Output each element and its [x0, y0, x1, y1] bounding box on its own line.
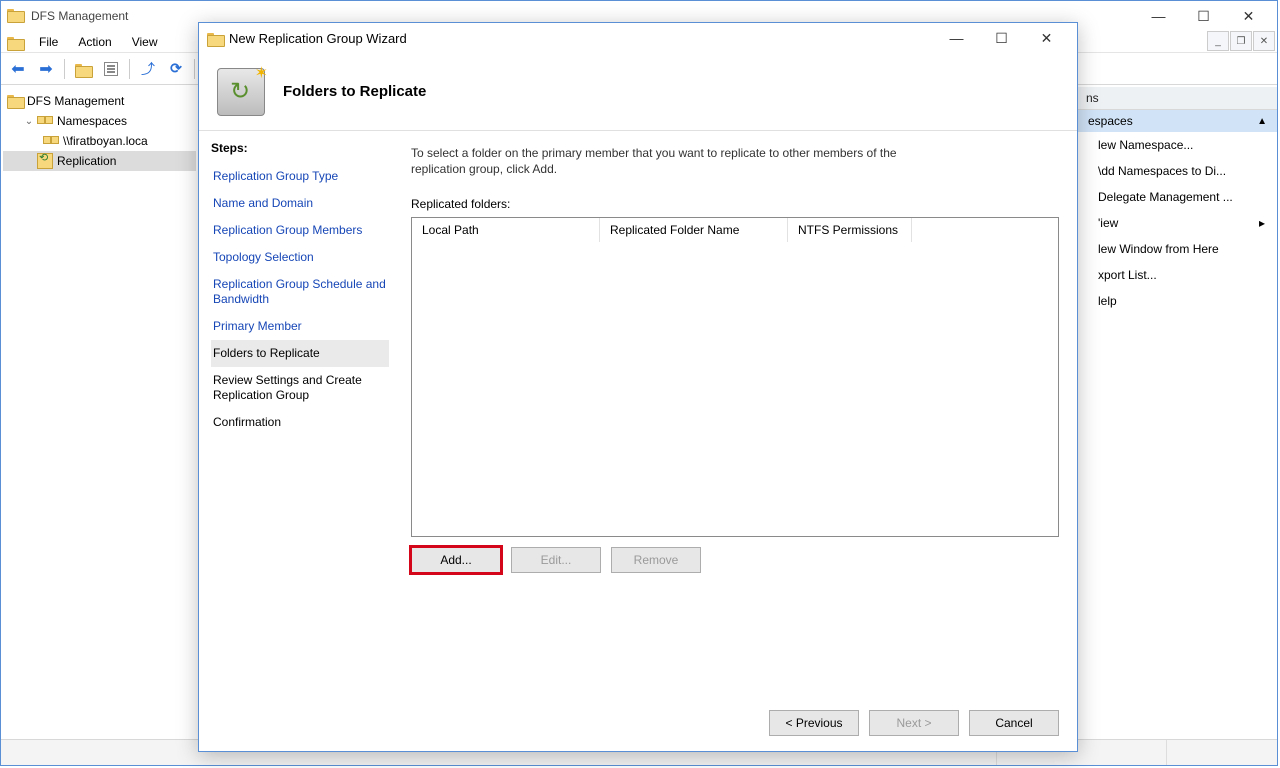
wizard-title: New Replication Group Wizard [229, 31, 407, 46]
wizard-footer: < Previous Next > Cancel [199, 695, 1077, 751]
tree-replication-label: Replication [57, 154, 116, 168]
toolbar-separator [64, 59, 65, 79]
folder-icon [75, 62, 91, 76]
toolbar-open-button[interactable] [70, 56, 96, 82]
wizard-maximize-button[interactable]: ☐ [979, 24, 1024, 52]
actions-group-namespaces[interactable]: espaces ▲ [1078, 110, 1277, 132]
action-add-namespaces[interactable]: \dd Namespaces to Di... [1078, 158, 1277, 184]
column-ntfs-permissions[interactable]: NTFS Permissions [788, 218, 912, 242]
toolbar-export-button[interactable] [135, 56, 161, 82]
menubar-icon [7, 35, 23, 49]
close-button[interactable]: ✕ [1226, 2, 1271, 30]
step-schedule-bandwidth[interactable]: Replication Group Schedule and Bandwidth [211, 271, 389, 313]
action-export-list[interactable]: xport List... [1078, 262, 1277, 288]
chevron-right-icon: ▸ [1259, 216, 1265, 230]
mdi-minimize-button[interactable]: _ [1207, 31, 1229, 51]
minimize-button[interactable]: — [1136, 2, 1181, 30]
wizard-description: To select a folder on the primary member… [411, 145, 911, 177]
step-folders-to-replicate[interactable]: Folders to Replicate [211, 340, 389, 367]
wizard-content: To select a folder on the primary member… [401, 131, 1077, 695]
properties-icon [104, 62, 118, 76]
refresh-icon [170, 60, 182, 77]
wizard-header: Folders to Replicate [199, 53, 1077, 131]
collapse-icon: ▲ [1257, 116, 1267, 127]
app-title: DFS Management [31, 9, 128, 23]
step-topology-selection[interactable]: Topology Selection [211, 244, 389, 271]
actions-pane: ns espaces ▲ lew Namespace... \dd Namesp… [1077, 87, 1277, 737]
step-primary-member[interactable]: Primary Member [211, 313, 389, 340]
wizard-minimize-button[interactable]: — [934, 24, 979, 52]
actions-group-label: espaces [1088, 114, 1133, 128]
action-delegate-management[interactable]: Delegate Management ... [1078, 184, 1277, 210]
remove-button: Remove [611, 547, 701, 573]
step-name-and-domain[interactable]: Name and Domain [211, 190, 389, 217]
namespaces-icon [37, 113, 53, 129]
step-review-settings: Review Settings and Create Replication G… [211, 367, 389, 409]
step-confirmation: Confirmation [211, 409, 389, 436]
steps-label: Steps: [211, 141, 389, 155]
menu-file[interactable]: File [29, 33, 68, 51]
replicated-folders-label: Replicated folders: [411, 197, 1059, 211]
wizard-icon [207, 31, 223, 45]
toolbar-properties-button[interactable] [98, 56, 124, 82]
tree-namespaces[interactable]: ⌄ Namespaces [3, 111, 196, 131]
nav-forward-button[interactable] [33, 56, 59, 82]
replication-icon [37, 153, 53, 169]
maximize-button[interactable]: ☐ [1181, 2, 1226, 30]
add-button[interactable]: Add... [411, 547, 501, 573]
replicated-folders-list[interactable]: Local Path Replicated Folder Name NTFS P… [411, 217, 1059, 537]
wizard-dialog: New Replication Group Wizard — ☐ ✕ Folde… [198, 22, 1078, 752]
wizard-header-icon [217, 68, 265, 116]
export-icon [141, 59, 155, 79]
wizard-header-title: Folders to Replicate [283, 83, 426, 100]
edit-button: Edit... [511, 547, 601, 573]
wizard-steps-pane: Steps: Replication Group Type Name and D… [199, 131, 401, 695]
nav-back-button[interactable] [5, 56, 31, 82]
action-view[interactable]: 'iew▸ [1078, 210, 1277, 236]
cancel-button[interactable]: Cancel [969, 710, 1059, 736]
dfs-icon [7, 93, 23, 109]
tree-pane[interactable]: DFS Management ⌄ Namespaces \\firatboyan… [1, 87, 199, 737]
tree-namespace-server[interactable]: \\firatboyan.loca [3, 131, 196, 151]
column-local-path[interactable]: Local Path [412, 218, 600, 242]
menu-action[interactable]: Action [68, 33, 121, 51]
toolbar-refresh-button[interactable] [163, 56, 189, 82]
wizard-body: Steps: Replication Group Type Name and D… [199, 131, 1077, 695]
wizard-titlebar[interactable]: New Replication Group Wizard — ☐ ✕ [199, 23, 1077, 53]
tree-root-label: DFS Management [27, 94, 124, 108]
next-button: Next > [869, 710, 959, 736]
column-replicated-folder-name[interactable]: Replicated Folder Name [600, 218, 788, 242]
actions-header: ns [1078, 87, 1277, 110]
mdi-close-button[interactable]: ✕ [1253, 31, 1275, 51]
action-new-window[interactable]: lew Window from Here [1078, 236, 1277, 262]
previous-button[interactable]: < Previous [769, 710, 859, 736]
namespace-server-icon [43, 133, 59, 149]
mdi-restore-button[interactable]: ❐ [1230, 31, 1252, 51]
tree-replication[interactable]: Replication [3, 151, 196, 171]
wizard-close-button[interactable]: ✕ [1024, 24, 1069, 52]
action-new-namespace[interactable]: lew Namespace... [1078, 132, 1277, 158]
tree-namespace-server-label: \\firatboyan.loca [63, 134, 148, 148]
toolbar-separator [194, 59, 195, 79]
list-header: Local Path Replicated Folder Name NTFS P… [412, 218, 1058, 242]
step-replication-group-type[interactable]: Replication Group Type [211, 163, 389, 190]
step-replication-group-members[interactable]: Replication Group Members [211, 217, 389, 244]
list-buttons: Add... Edit... Remove [411, 547, 1059, 573]
menu-view[interactable]: View [122, 33, 168, 51]
tree-root[interactable]: DFS Management [3, 91, 196, 111]
app-icon [7, 7, 25, 25]
arrow-right-icon [39, 59, 52, 79]
toolbar-separator [129, 59, 130, 79]
action-help[interactable]: lelp [1078, 288, 1277, 314]
arrow-left-icon [11, 59, 24, 79]
tree-namespaces-label: Namespaces [57, 114, 127, 128]
expander-icon[interactable]: ⌄ [23, 116, 35, 127]
